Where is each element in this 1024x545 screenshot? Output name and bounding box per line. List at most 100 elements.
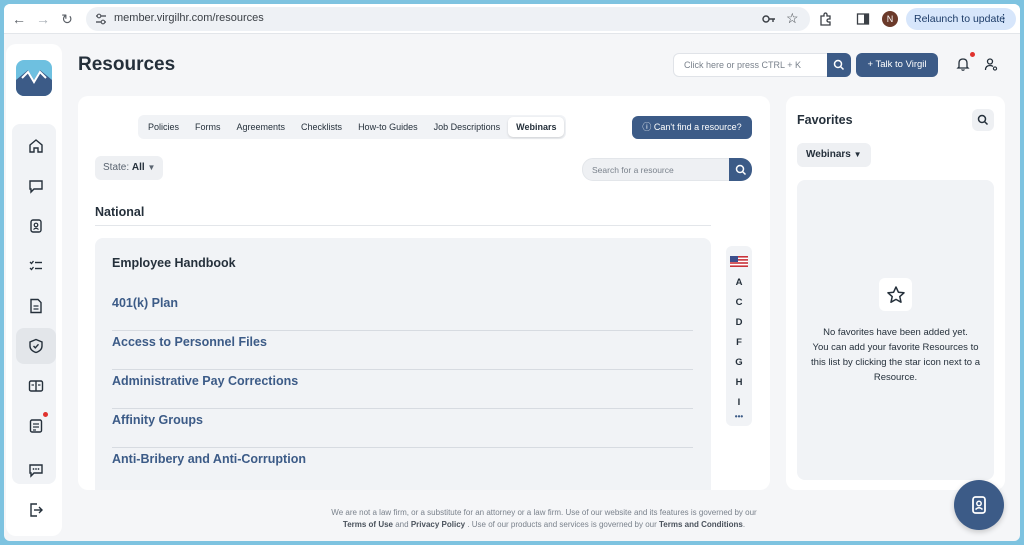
sidebar-item-badge[interactable] [16, 208, 56, 244]
resource-search-placeholder: Search for a resource [592, 165, 674, 175]
resource-search-button[interactable] [729, 158, 752, 181]
forward-icon[interactable]: → [34, 10, 52, 28]
sidebar-item-home[interactable] [16, 128, 56, 164]
footer-text: . Use of our products and services is go… [467, 520, 657, 529]
notification-dot [43, 412, 48, 417]
index-letter[interactable]: F [726, 337, 752, 348]
index-letter[interactable]: H [726, 377, 752, 388]
state-filter-dropdown[interactable]: State: All ▼ [95, 156, 164, 180]
url-text: member.virgilhr.com/resources [114, 12, 264, 24]
favorites-panel: Favorites Webinars ▼ No favorites have b… [786, 96, 1005, 490]
terms-and-conditions-link[interactable]: Terms and Conditions [659, 520, 743, 529]
sidebar-item-logout[interactable] [16, 492, 56, 528]
sidebar-item-chat[interactable] [16, 168, 56, 204]
alphabet-index: A C D F G H I ••• [726, 246, 752, 426]
more-letters-icon[interactable]: ••• [726, 412, 752, 421]
search-icon [977, 114, 989, 126]
sidebar-nav [12, 124, 56, 484]
favorites-title: Favorites [797, 113, 853, 127]
privacy-policy-link[interactable]: Privacy Policy [411, 520, 465, 529]
resources-panel: Policies Forms Agreements Checklists How… [78, 96, 770, 490]
list-group-header: Employee Handbook [112, 256, 236, 270]
address-bar[interactable]: member.virgilhr.com/resources ☆ [86, 7, 810, 31]
assistant-fab-button[interactable] [954, 480, 1004, 530]
state-filter-label: State: [103, 162, 130, 173]
index-letter[interactable]: G [726, 357, 752, 368]
caret-down-icon: ▼ [147, 163, 156, 172]
index-letter[interactable]: A [726, 277, 752, 288]
global-search-placeholder: Click here or press CTRL + K [684, 60, 801, 70]
global-search-input[interactable]: Click here or press CTRL + K [673, 53, 851, 77]
tab-job-descriptions[interactable]: Job Descriptions [426, 117, 509, 137]
sidebar-item-compare[interactable] [16, 368, 56, 404]
relaunch-button[interactable]: Relaunch to update ⋮ [906, 8, 1016, 30]
tab-forms[interactable]: Forms [187, 117, 229, 137]
resource-link[interactable]: Affinity Groups [112, 409, 693, 448]
profile-avatar[interactable]: N [882, 11, 898, 27]
sidebar [6, 44, 62, 536]
extensions-icon[interactable] [819, 12, 833, 26]
talk-to-virgil-button[interactable]: + Talk to Virgil [856, 53, 938, 77]
favorites-filter-value: Webinars [806, 149, 851, 160]
resource-link[interactable]: 401(k) Plan [112, 292, 693, 331]
search-icon [735, 164, 746, 175]
legal-footer: We are not a law firm, or a substitute f… [264, 507, 824, 531]
bell-notification-dot [970, 52, 975, 57]
footer-period: . [742, 520, 746, 529]
tab-policies[interactable]: Policies [140, 117, 187, 137]
resource-link[interactable]: Anti-Bribery and Anti-Corruption [112, 448, 693, 487]
site-settings-icon[interactable] [94, 12, 108, 26]
global-search-button[interactable] [827, 53, 851, 77]
kebab-menu-icon[interactable]: ⋮ [998, 8, 1009, 30]
index-letter[interactable]: I [726, 397, 752, 408]
sidebar-item-checklists[interactable] [16, 248, 56, 284]
sidebar-item-messages[interactable] [16, 452, 56, 488]
notes-icon [29, 419, 43, 433]
talk-to-virgil-label: Talk to Virgil [875, 59, 927, 70]
favorites-empty-state: No favorites have been added yet. You ca… [797, 180, 994, 480]
tab-checklists[interactable]: Checklists [293, 117, 350, 137]
message-icon [29, 464, 43, 478]
state-filter-value: All [131, 162, 145, 173]
logout-icon [30, 503, 43, 517]
footer-and: and [395, 520, 409, 529]
cant-find-resource-label: Can't find a resource? [653, 122, 742, 132]
id-badge-icon [972, 496, 986, 514]
bell-icon[interactable] [956, 57, 970, 71]
favorites-empty-message: No favorites have been added yet. You ca… [805, 325, 986, 385]
resource-link[interactable]: Administrative Pay Corrections [112, 370, 693, 409]
bookmark-star-icon[interactable]: ☆ [786, 10, 799, 27]
section-title: National [95, 205, 145, 219]
side-panel-icon[interactable] [856, 12, 870, 26]
index-letter[interactable]: C [726, 297, 752, 308]
favorites-search-button[interactable] [972, 109, 994, 131]
search-icon [833, 59, 845, 71]
user-settings-icon[interactable] [984, 57, 998, 71]
sidebar-item-documents[interactable] [16, 288, 56, 324]
resource-list: Employee Handbook 401(k) Plan Access to … [95, 238, 711, 490]
sidebar-item-resources[interactable] [16, 328, 56, 364]
reload-icon[interactable]: ↻ [58, 10, 76, 28]
back-icon[interactable]: ← [10, 10, 28, 28]
tab-how-to-guides[interactable]: How-to Guides [350, 117, 426, 137]
terms-of-use-link[interactable]: Terms of Use [343, 520, 393, 529]
chat-icon [29, 180, 43, 194]
tab-webinars[interactable]: Webinars [508, 117, 565, 137]
tab-agreements[interactable]: Agreements [229, 117, 294, 137]
star-icon [886, 285, 905, 303]
shield-check-icon [29, 338, 43, 354]
star-icon-box [879, 278, 912, 311]
us-flag-icon[interactable] [730, 256, 748, 267]
favorites-filter-dropdown[interactable]: Webinars ▼ [797, 143, 871, 167]
compare-icon [28, 380, 44, 392]
page-title: Resources [78, 54, 176, 75]
key-icon[interactable] [762, 13, 776, 25]
relaunch-label: Relaunch to update [914, 13, 1006, 25]
virgil-logo[interactable] [16, 60, 52, 96]
index-letter[interactable]: D [726, 317, 752, 328]
cant-find-resource-button[interactable]: ⓘ Can't find a resource? [632, 116, 752, 139]
checklist-icon [29, 260, 42, 271]
sidebar-item-notes[interactable] [16, 408, 56, 444]
resource-link[interactable]: Access to Personnel Files [112, 331, 693, 370]
resource-search-input[interactable]: Search for a resource [582, 158, 752, 181]
